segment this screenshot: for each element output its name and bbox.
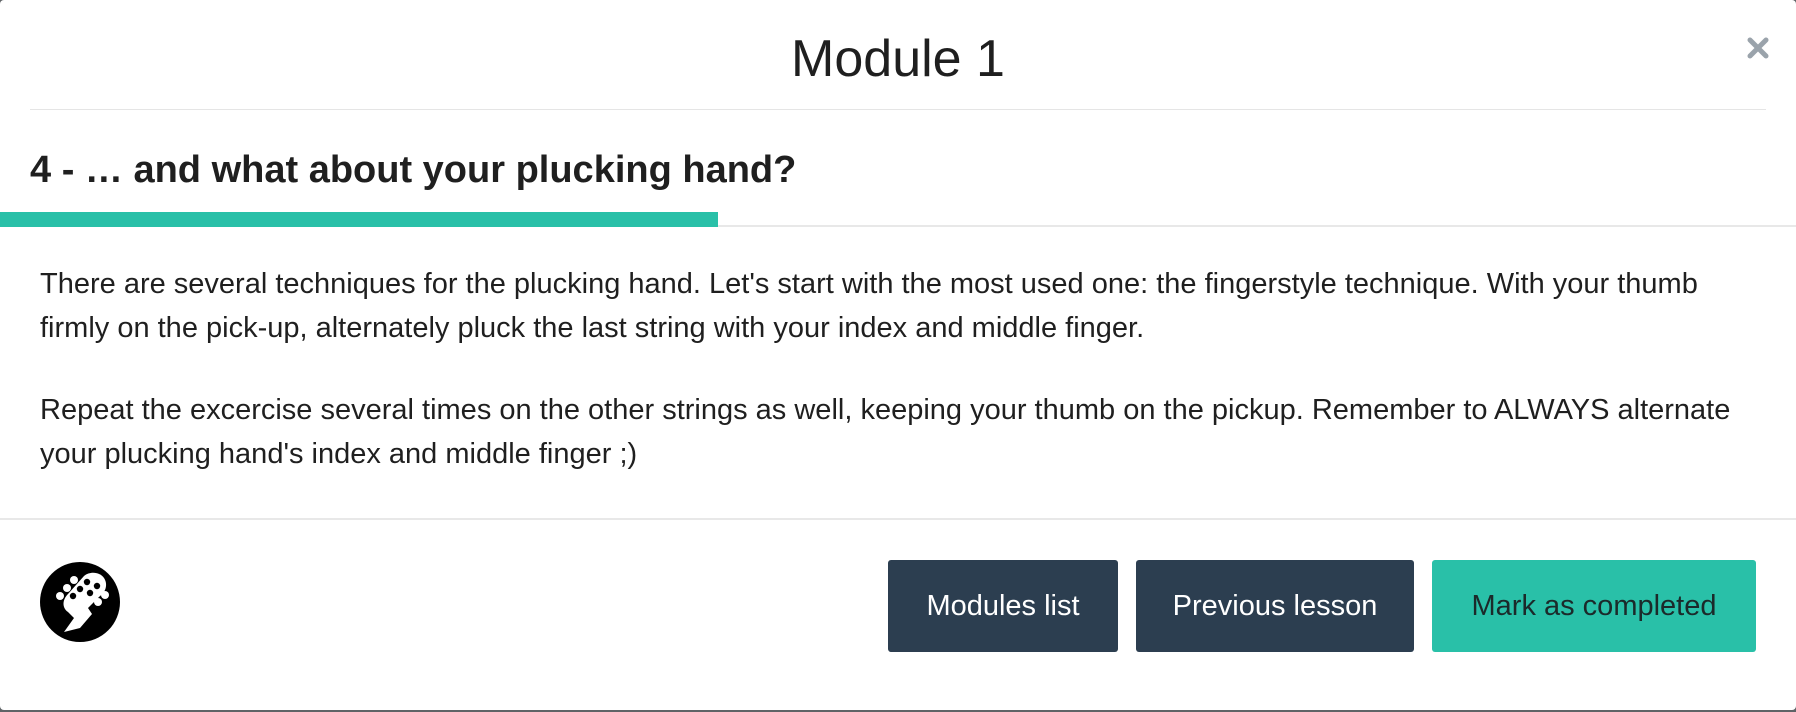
- close-icon: [1747, 37, 1769, 59]
- lesson-paragraph: Repeat the excercise several times on th…: [40, 394, 1731, 470]
- lesson-modal: Module 1 4 - … and what about your pluck…: [0, 0, 1796, 710]
- modal-header: Module 1: [30, 0, 1769, 110]
- bass-headstock-icon: [40, 562, 120, 642]
- modal-title: Module 1: [791, 30, 1005, 88]
- modal-footer: Modules list Previous lesson Mark as com…: [0, 518, 1796, 710]
- mark-completed-button[interactable]: Mark as completed: [1432, 560, 1756, 652]
- lesson-title: 4 - … and what about your plucking hand?: [30, 149, 797, 191]
- lesson-progress-fill: [0, 212, 719, 227]
- logo: [40, 562, 120, 642]
- lesson-progress-bar: [0, 212, 1796, 227]
- close-button[interactable]: [1740, 30, 1776, 66]
- lesson-header: 4 - … and what about your plucking hand?: [0, 110, 1796, 227]
- previous-lesson-button[interactable]: Previous lesson: [1136, 560, 1414, 652]
- modules-list-button[interactable]: Modules list: [888, 560, 1118, 652]
- lesson-paragraph: There are several techniques for the plu…: [40, 268, 1698, 344]
- lesson-body: There are several techniques for the plu…: [40, 262, 1756, 514]
